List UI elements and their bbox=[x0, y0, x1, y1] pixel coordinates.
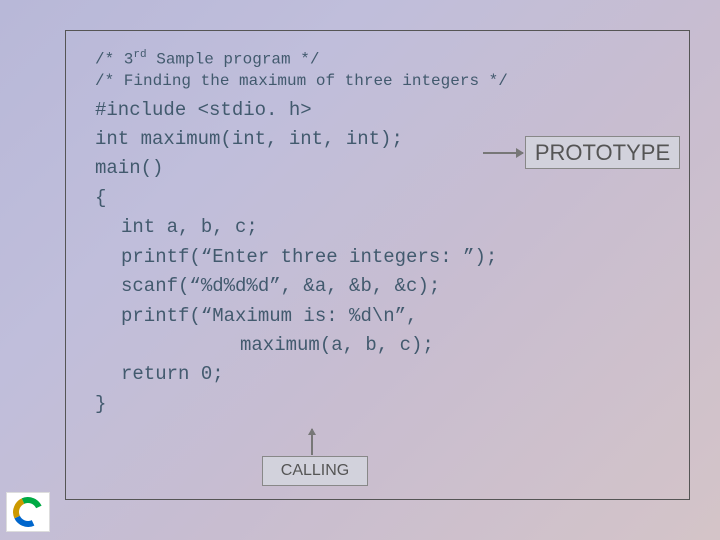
code-line: { bbox=[95, 184, 675, 213]
code-line: } bbox=[95, 390, 675, 419]
comment-text: Sample program */ bbox=[147, 50, 320, 68]
code-line: int a, b, c; bbox=[95, 213, 675, 242]
superscript: rd bbox=[133, 49, 146, 61]
arrow-up-icon bbox=[311, 429, 313, 455]
calling-label: CALLING bbox=[262, 456, 368, 486]
code-line: printf(“Enter three integers: ”); bbox=[95, 243, 675, 272]
comment-text: /* 3 bbox=[95, 50, 133, 68]
code-line: maximum(a, b, c); bbox=[95, 331, 675, 360]
comment-line-2: /* Finding the maximum of three integers… bbox=[95, 71, 675, 93]
comment-line-1: /* 3rd Sample program */ bbox=[95, 48, 675, 71]
prototype-label: PROTOTYPE bbox=[525, 136, 680, 169]
code-line: #include <stdio. h> bbox=[95, 96, 675, 125]
code-line: return 0; bbox=[95, 360, 675, 389]
slide-content: /* 3rd Sample program */ /* Finding the … bbox=[95, 48, 675, 419]
arrow-right-icon bbox=[483, 152, 523, 154]
code-line: printf(“Maximum is: %d\n”, bbox=[95, 302, 675, 331]
logo-icon bbox=[6, 492, 50, 532]
code-line: scanf(“%d%d%d”, &a, &b, &c); bbox=[95, 272, 675, 301]
